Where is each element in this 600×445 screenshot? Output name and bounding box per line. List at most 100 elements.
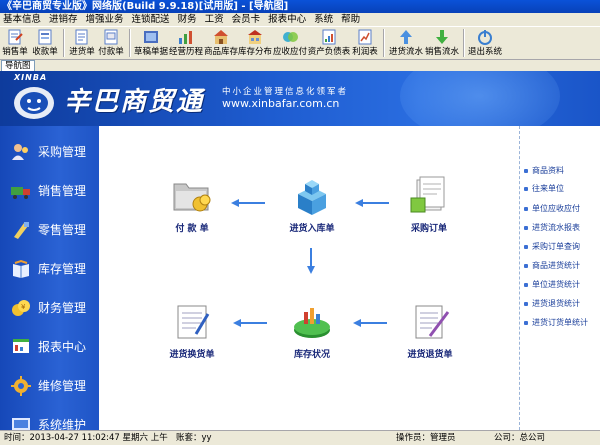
document-pen-icon [415,305,450,339]
folder-coins-icon [173,183,211,212]
cubes-icon [298,180,326,215]
tab-strip: 导航图 [0,60,600,71]
nav-purchase[interactable]: 采购管理 [0,132,99,171]
balance-sheet-button[interactable]: 资产负债表 [308,27,350,59]
status-time: 时间：2013-04-27 11:02:47 星期六 上午 [4,433,168,443]
nav-system[interactable]: 系统维护 [0,405,99,430]
business-history-button[interactable]: 经营历程 [168,27,204,59]
bullet-icon [524,244,528,249]
purchase-order-button[interactable]: 进货单 [68,27,96,59]
flow-diagram: 付 款 单 进货入库单 采购订单 进货换货单 库存状况 进货退货单 [99,126,519,430]
power-icon [478,30,492,45]
people-icon [12,143,28,160]
menu-reports[interactable]: 报表中心 [265,13,311,26]
sales-order-icon [8,29,23,45]
brand-english: XINBA [14,73,48,82]
nav-repair[interactable]: 维修管理 [0,366,99,405]
arrow-to-stock [307,248,315,274]
menu-finance[interactable]: 财务 [175,13,202,26]
link-partner-purchase-stats[interactable]: 单位进货统计 [524,279,580,290]
profit-statement-button[interactable]: 利润表 [350,27,380,59]
arrow-to-exchange [233,319,267,327]
receipt-button[interactable]: 收款单 [30,27,60,59]
bullet-icon [524,186,528,191]
banner-url: www.xinbafar.com.cn [222,97,340,110]
brand-name: 辛巴商贸通 [64,87,205,117]
svg-text:¥: ¥ [21,303,26,311]
menu-chain[interactable]: 连锁配送 [129,13,175,26]
status-bar: 时间：2013-04-27 11:02:47 星期六 上午 账套：yy 操作员：… [0,430,600,445]
truck-icon [11,186,30,199]
link-po-query[interactable]: 采购订单查询 [524,241,580,252]
menu-system[interactable]: 系统 [311,13,338,26]
arrow-to-payment [231,199,265,207]
arrow-to-stock-status [353,319,387,327]
banner-slogan: 中小企业管理信息化领军者 [222,87,349,97]
stock-distribution-button[interactable]: 库存分布 [238,27,272,59]
menu-salary[interactable]: 工资 [202,13,229,26]
nav-reports[interactable]: 报表中心 [0,327,99,366]
toolbar-separator [463,29,465,57]
menubar: 基本信息 进销存 增强业务 连锁配送 财务 工资 会员卡 报表中心 系统 帮助 [0,13,600,26]
report-icon [13,338,29,353]
payment-button[interactable]: 付款单 [96,27,126,59]
balance-sheet-icon [322,29,336,45]
nav-retail[interactable]: 零售管理 [0,210,99,249]
banner: XINBA 辛巴商贸通 中小企业管理信息化领军者 www.xinbafar.co… [0,71,600,126]
warehouse-icon [214,30,228,44]
monitor-icon [12,417,30,430]
gear-icon [11,375,31,396]
draft-docs-icon [144,31,158,43]
status-company: 公司：总公司 [494,433,546,443]
receipt-icon [38,29,52,45]
link-purchase-flow-report[interactable]: 进货流水报表 [524,222,580,233]
menu-basic-info[interactable]: 基本信息 [0,13,46,26]
exit-system-button[interactable]: 退出系统 [468,27,502,59]
receivable-payable-button[interactable]: 应收应付 [272,27,308,59]
link-receivable[interactable]: 单位应收应付 [524,203,580,214]
down-arrow-icon [436,30,448,44]
arrow-to-purchase-in [355,199,389,207]
tab-navigation[interactable]: 导航图 [1,60,35,71]
bullet-icon [524,168,528,173]
left-navigation: 采购管理 销售管理 零售管理 库存管理 ¥ 财务管理 报表中心 维修管理 系统维 [0,126,99,430]
sales-flow-button[interactable]: 销售流水 [424,27,460,59]
banner-glow [400,71,560,126]
menu-inventory[interactable]: 进销存 [46,13,83,26]
purchase-order-icon [75,29,88,45]
distribution-icon [248,30,262,44]
menu-enhanced[interactable]: 增强业务 [83,13,129,26]
nav-sales[interactable]: 销售管理 [0,171,99,210]
link-return-stats[interactable]: 进货退货统计 [524,298,580,309]
flow-purchase-exchange[interactable]: 进货换货单 [162,300,222,360]
link-partners[interactable]: 往来单位 [524,183,564,194]
flow-stock-status[interactable]: 库存状况 [284,300,340,360]
menu-help[interactable]: 帮助 [338,13,365,26]
flow-purchase-in[interactable]: 进货入库单 [277,174,347,234]
draft-docs-button[interactable]: 草稿单据 [134,27,168,59]
up-arrow-icon [400,30,412,44]
profit-icon [358,29,372,45]
sales-order-button[interactable]: 销售单 [0,27,30,59]
coins-icon: ¥ [12,299,30,316]
status-account: 账套：yy [176,433,212,443]
bullet-icon [524,320,528,325]
flow-purchase-return[interactable]: 进货退货单 [399,300,461,360]
toolbar-separator [63,29,65,57]
quick-links: 商品资料 往来单位 单位应收应付 进货流水报表 采购订单查询 商品进货统计 单位… [519,126,600,430]
bullet-icon [524,301,528,306]
pie-chart-icon [294,308,330,338]
chart-icon [179,31,192,44]
toolbar: 销售单 收款单 进货单 付款单 草稿单据 经营历程 商品库存 库存分布 应收应付… [0,26,600,60]
purchase-flow-button[interactable]: 进货流水 [388,27,424,59]
link-po-stats[interactable]: 进货订货单统计 [524,317,588,328]
link-product-purchase-stats[interactable]: 商品进货统计 [524,260,580,271]
product-stock-button[interactable]: 商品库存 [204,27,238,59]
status-operator: 操作员：管理员 [396,433,456,443]
flow-purchase-order[interactable]: 采购订单 [399,174,459,234]
link-product-info[interactable]: 商品资料 [524,165,564,176]
nav-finance[interactable]: ¥ 财务管理 [0,288,99,327]
menu-membership[interactable]: 会员卡 [229,13,266,26]
flow-payment[interactable]: 付 款 单 [167,174,217,234]
nav-inventory[interactable]: 库存管理 [0,249,99,288]
